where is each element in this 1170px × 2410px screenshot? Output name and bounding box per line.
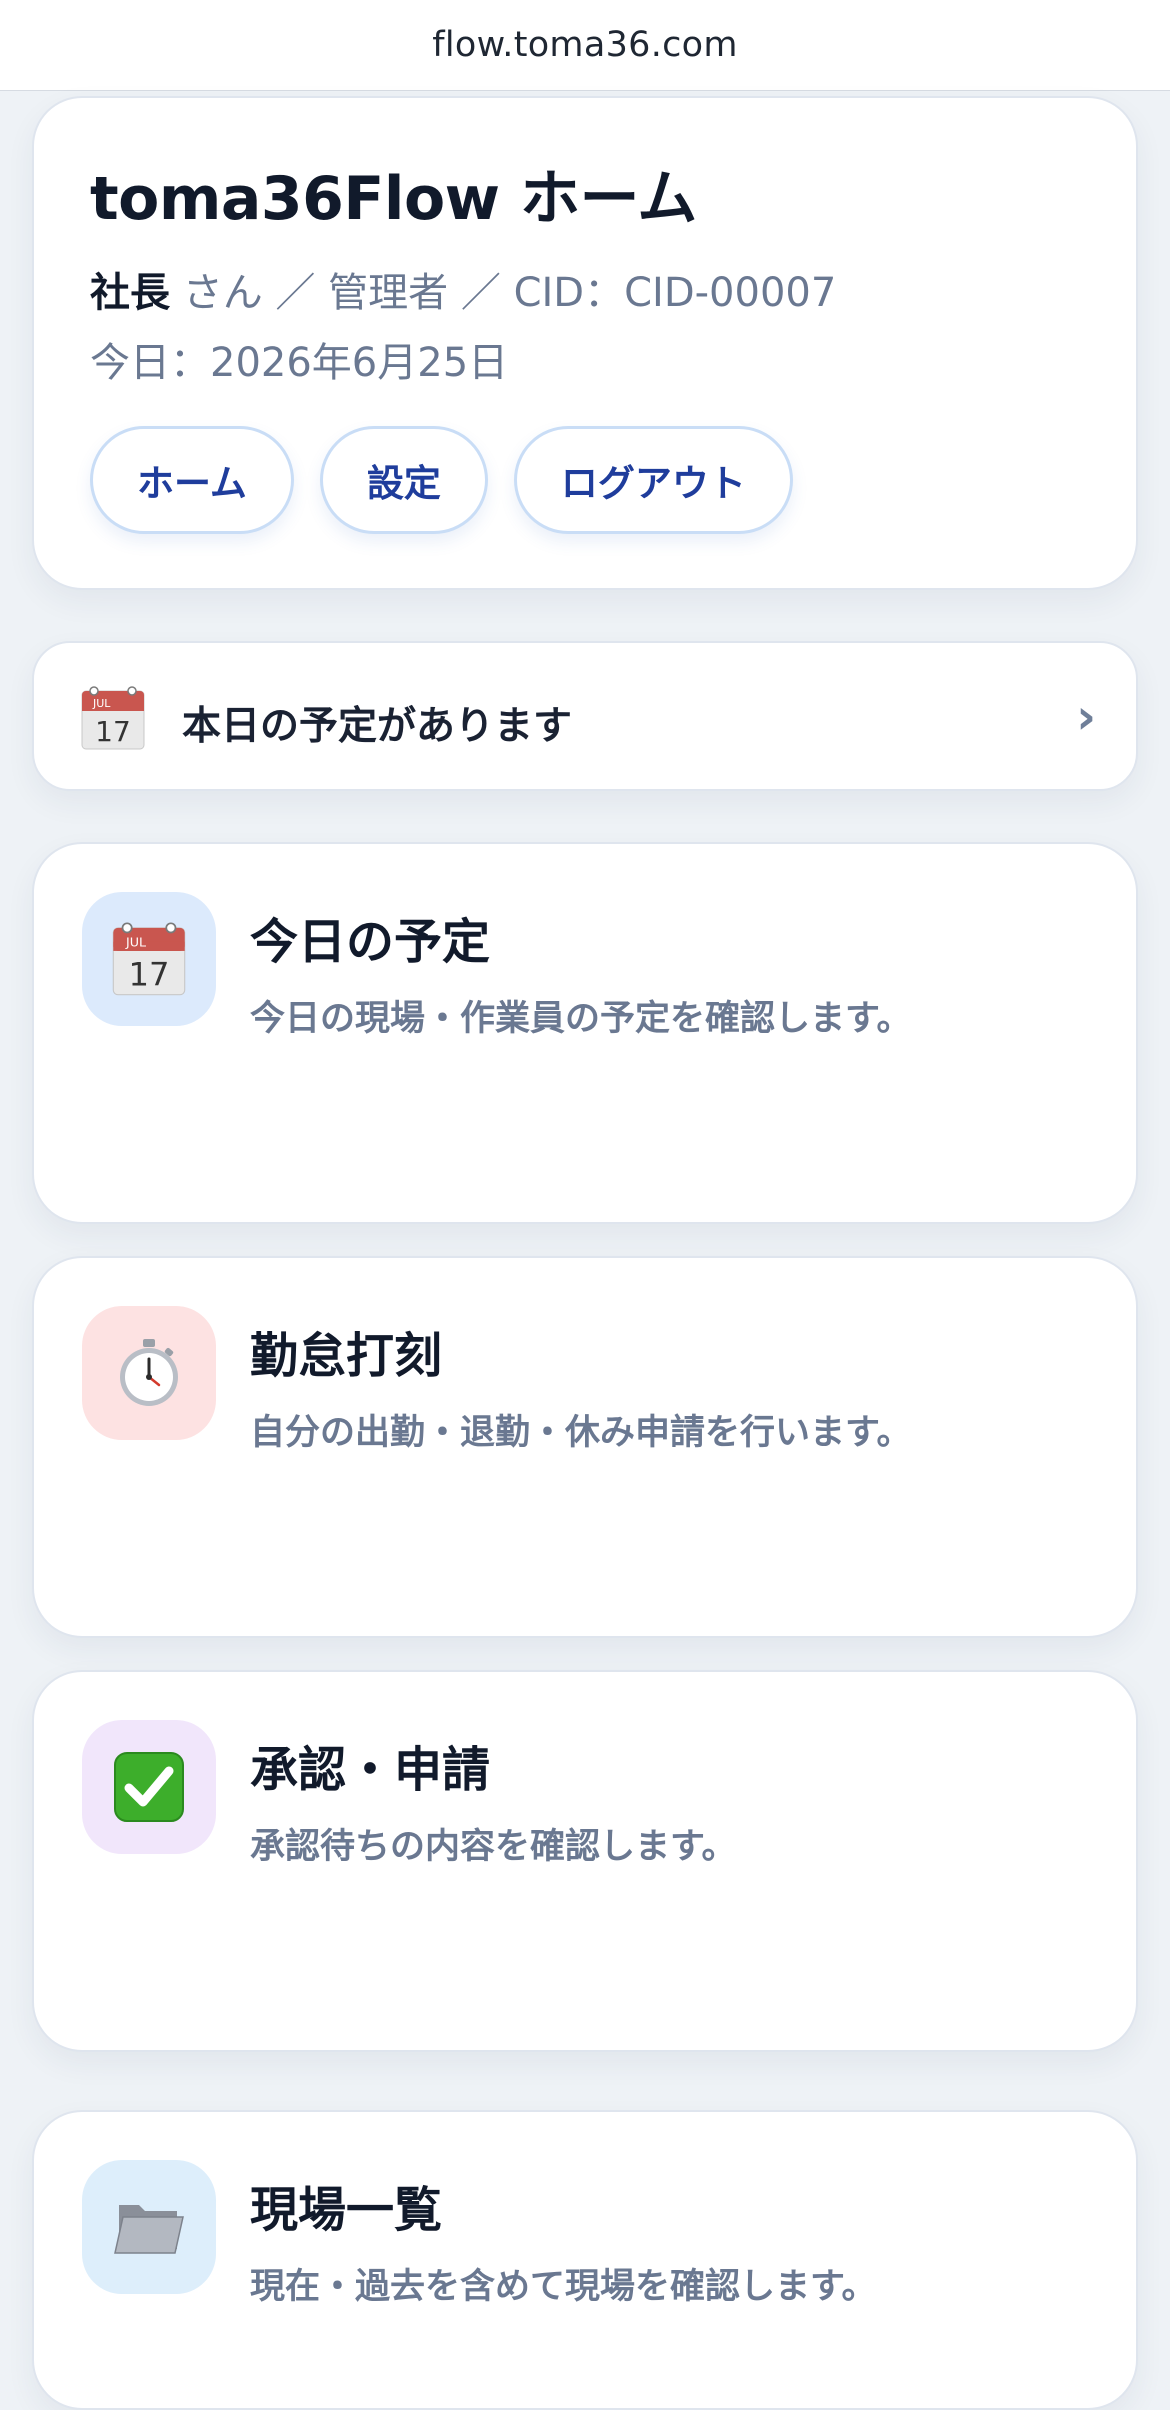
feature-card-today-schedule[interactable]: JUL 17 今日の予定 今日の現場・作業員の予定を確認します。	[32, 842, 1138, 1224]
feature-description: 承認待ちの内容を確認します。	[250, 1827, 737, 1867]
settings-button[interactable]: 設定	[319, 426, 488, 534]
feature-description: 今日の現場・作業員の予定を確認します。	[250, 999, 912, 1039]
calendar-icon: JUL 17	[81, 686, 145, 750]
feature-card-attendance[interactable]: 勤怠打刻 自分の出勤・退勤・休み申請を行います。	[32, 1256, 1138, 1638]
user-name: 社長	[90, 270, 170, 316]
svg-text:JUL: JUL	[125, 934, 146, 949]
feature-icon-bg	[82, 1720, 216, 1854]
feature-description: 自分の出勤・退勤・休み申請を行います。	[250, 1413, 912, 1453]
feature-card-site-list[interactable]: 現場一覧 現在・過去を含めて現場を確認します。	[32, 2110, 1138, 2410]
notice-text: 本日の予定があります	[182, 704, 573, 749]
stopwatch-icon	[120, 1339, 178, 1406]
svg-text:17: 17	[128, 955, 169, 993]
feature-icon-bg: JUL 17	[82, 892, 216, 1026]
feature-icon-bg	[82, 2160, 216, 2294]
home-button[interactable]: ホーム	[90, 426, 294, 534]
feature-card-approval[interactable]: 承認・申請 承認待ちの内容を確認します。	[32, 1670, 1138, 2052]
user-role-cid: さん ／ 管理者 ／ CID：CID-00007	[170, 270, 837, 316]
header-card: toma36Flow ホーム 社長 さん ／ 管理者 ／ CID：CID-000…	[32, 96, 1138, 590]
calendar-icon: JUL 17	[112, 922, 186, 996]
chevron-right-icon: ›	[1076, 689, 1096, 745]
user-info: 社長 さん ／ 管理者 ／ CID：CID-00007	[90, 260, 836, 318]
feature-title: 勤怠打刻	[250, 1328, 443, 1384]
browser-url-bar[interactable]: flow.toma36.com	[0, 0, 1170, 91]
feature-title: 現場一覧	[250, 2182, 443, 2238]
today-date: 今日：2026年6月25日	[90, 340, 509, 386]
page-title: toma36Flow ホーム	[90, 164, 697, 234]
svg-text:JUL: JUL	[92, 697, 111, 710]
url-text[interactable]: flow.toma36.com	[432, 25, 738, 65]
feature-title: 今日の予定	[250, 914, 491, 970]
check-mark-icon	[114, 1752, 184, 1822]
svg-text:17: 17	[95, 715, 131, 748]
logout-button[interactable]: ログアウト	[513, 426, 793, 534]
feature-description: 現在・過去を含めて現場を確認します。	[250, 2267, 877, 2307]
feature-title: 承認・申請	[250, 1742, 491, 1798]
folder-icon	[114, 2205, 184, 2254]
nav-buttons: ホーム 設定 ログアウト	[90, 426, 793, 534]
feature-icon-bg	[82, 1306, 216, 1440]
schedule-notice[interactable]: JUL 17 本日の予定があります ›	[32, 641, 1138, 791]
